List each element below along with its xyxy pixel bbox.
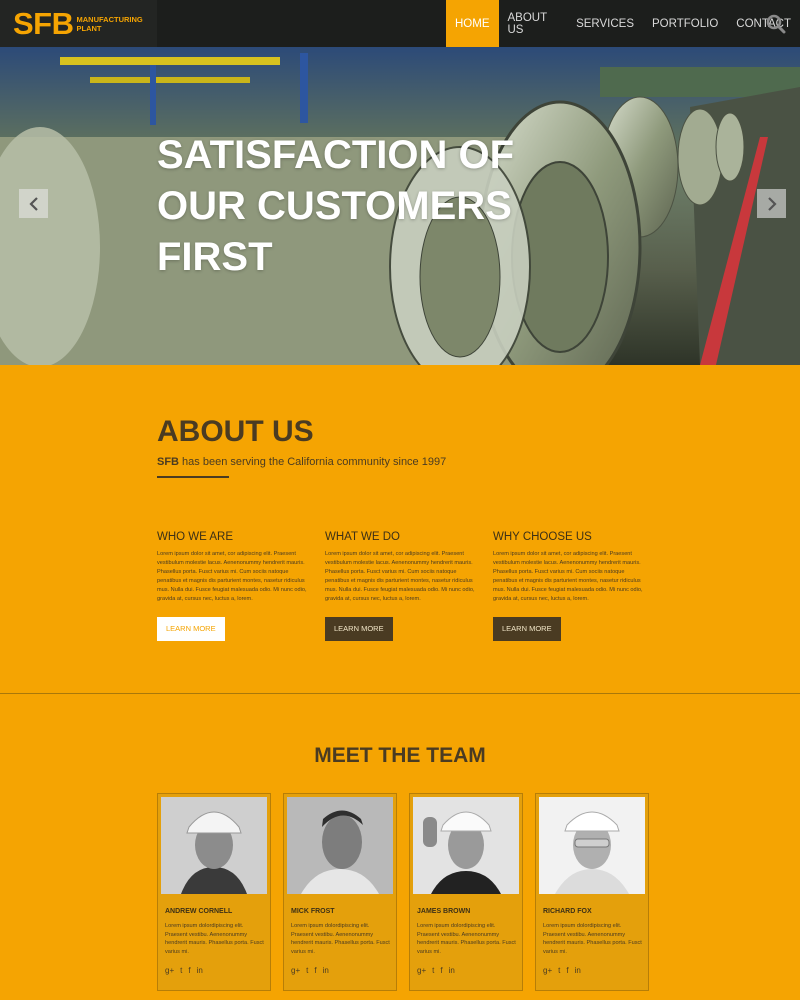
nav-item-about-us[interactable]: ABOUT US [499,0,568,47]
social-links: g+ t f in [417,966,455,975]
facebook-icon[interactable]: f [188,966,190,975]
facebook-icon[interactable]: f [440,966,442,975]
logo-main: SFB [13,6,74,41]
hero-slider: SATISFACTION OF OUR CUSTOMERS FIRST [0,47,800,365]
twitter-icon[interactable]: t [180,966,182,975]
chevron-left-icon[interactable] [19,189,48,218]
facebook-icon[interactable]: f [314,966,316,975]
team-card-andrew-cornell: ANDREW CORNELL Lorem ipsum dolordipiscin… [157,793,271,991]
nav-item-portfolio[interactable]: PORTFOLIO [643,0,727,47]
column-text: Lorem ipsum dolor sit amet, cor adipisci… [325,551,475,602]
learn-more-button[interactable]: LEARN MORE [325,617,393,641]
social-links: g+ t f in [165,966,203,975]
twitter-icon[interactable]: t [432,966,434,975]
google-plus-icon[interactable]: g+ [291,966,300,975]
team-card-richard-fox: RICHARD FOX Lorem ipsum dolordipiscing e… [535,793,649,991]
column-text: Lorem ipsum dolor sit amet, cor adipisci… [493,551,643,602]
social-links: g+ t f in [291,966,329,975]
nav-item-contact[interactable]: CONTACT [727,0,800,47]
about-subtitle-text: has been serving the California communit… [179,456,447,468]
twitter-icon[interactable]: t [306,966,308,975]
google-plus-icon[interactable]: g+ [543,966,552,975]
about-subtitle-brand: SFB [157,456,179,468]
logo-tagline: MANUFACTURING PLANT [76,14,143,33]
linkedin-icon[interactable]: in [323,966,329,975]
team-member-name: ANDREW CORNELL [165,908,233,915]
facebook-icon[interactable]: f [566,966,568,975]
column-heading: WHY CHOOSE US [493,531,592,543]
search-icon[interactable] [766,14,786,34]
team-photo [161,797,267,894]
social-links: g+ t f in [543,966,581,975]
team-member-name: JAMES BROWN [417,908,471,915]
hero-title: SATISFACTION OF OUR CUSTOMERS FIRST [157,133,515,279]
team-section: MEET THE TEAM ANDREW CORNELL Lorem ipsum… [0,694,800,1000]
nav-item-services[interactable]: SERVICES [567,0,643,47]
team-member-bio: Lorem ipsum dolordipiscing elit. Praesen… [165,923,264,955]
linkedin-icon[interactable]: in [197,966,203,975]
about-column-who-we-are: WHO WE ARE Lorem ipsum dolor sit amet, c… [157,531,312,641]
nav-item-home[interactable]: HOME [446,0,499,47]
team-photo [287,797,393,894]
learn-more-button[interactable]: LEARN MORE [157,617,225,641]
about-column-why-choose-us: WHY CHOOSE US Lorem ipsum dolor sit amet… [493,531,648,641]
team-photo [413,797,519,894]
team-member-bio: Lorem ipsum dolordipiscing elit. Praesen… [417,923,516,955]
column-text: Lorem ipsum dolor sit amet, cor adipisci… [157,551,307,602]
google-plus-icon[interactable]: g+ [165,966,174,975]
top-navbar: SFB MANUFACTURING PLANT HOME ABOUT US SE… [0,0,800,47]
team-title: MEET THE TEAM [314,744,486,767]
team-member-bio: Lorem ipsum dolordipiscing elit. Praesen… [291,923,390,955]
about-column-what-we-do: WHAT WE DO Lorem ipsum dolor sit amet, c… [325,531,480,641]
logo[interactable]: SFB MANUFACTURING PLANT [0,0,157,47]
google-plus-icon[interactable]: g+ [417,966,426,975]
team-member-name: MICK FROST [291,908,335,915]
about-section: ABOUT US SFB has been serving the Califo… [0,365,800,693]
about-subtitle: SFB has been serving the California comm… [157,456,446,468]
column-heading: WHAT WE DO [325,531,400,543]
linkedin-icon[interactable]: in [449,966,455,975]
about-underline [157,476,229,478]
team-member-name: RICHARD FOX [543,908,592,915]
linkedin-icon[interactable]: in [575,966,581,975]
team-card-james-brown: JAMES BROWN Lorem ipsum dolordipiscing e… [409,793,523,991]
learn-more-button[interactable]: LEARN MORE [493,617,561,641]
team-card-mick-frost: MICK FROST Lorem ipsum dolordipiscing el… [283,793,397,991]
chevron-right-icon[interactable] [757,189,786,218]
twitter-icon[interactable]: t [558,966,560,975]
column-heading: WHO WE ARE [157,531,234,543]
team-photo [539,797,645,894]
about-title: ABOUT US [157,415,314,448]
team-member-bio: Lorem ipsum dolordipiscing elit. Praesen… [543,923,642,955]
main-nav: HOME ABOUT US SERVICES PORTFOLIO CONTACT [446,0,800,47]
